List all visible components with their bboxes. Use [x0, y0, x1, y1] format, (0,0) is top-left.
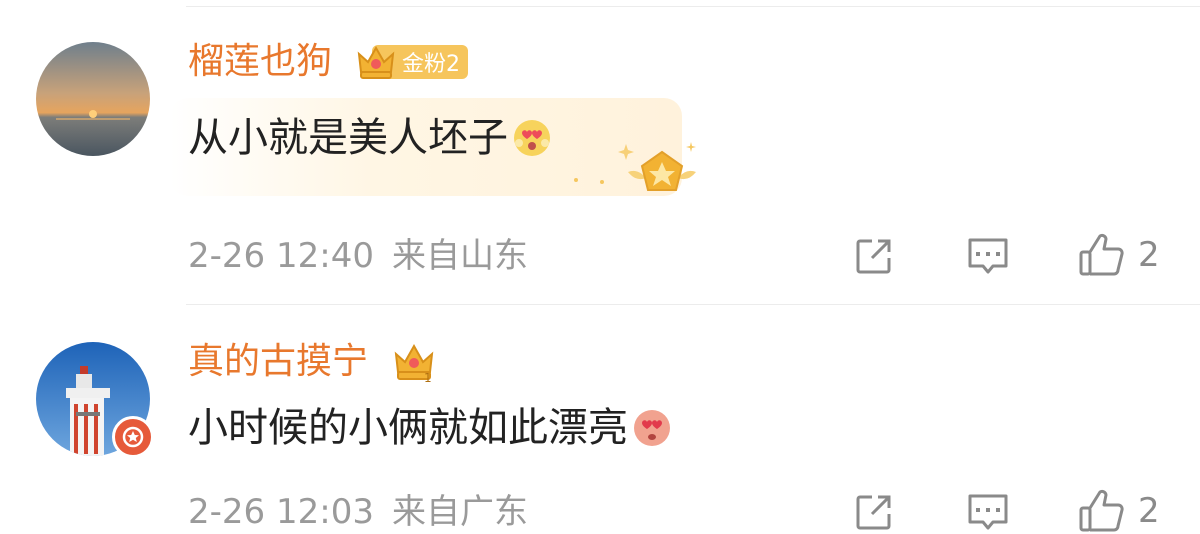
verified-badge: [112, 416, 154, 458]
reply-button[interactable]: [966, 236, 1010, 276]
thumbs-up-icon: [1079, 233, 1124, 276]
comment-icon: [968, 494, 1008, 530]
timestamp: 2-26 12:40: [188, 236, 374, 276]
comment-meta: 2-26 12:03 来自广东: [188, 490, 528, 534]
comment-meta: 2-26 12:40 来自山东: [188, 234, 528, 278]
location: 来自广东: [391, 492, 528, 532]
thumbs-up-icon: [1079, 489, 1124, 532]
username[interactable]: 榴莲也狗: [188, 40, 332, 84]
location: 来自山东: [391, 236, 528, 276]
username[interactable]: 真的古摸宁: [188, 340, 368, 384]
comment-icon: [968, 238, 1008, 274]
reply-button[interactable]: [966, 492, 1010, 532]
share-button[interactable]: [854, 492, 894, 532]
avatar[interactable]: [36, 42, 150, 156]
star-icon: [122, 426, 144, 448]
comment-text-content: 从小就是美人坯子: [188, 115, 508, 161]
comment-text: 从小就是美人坯子: [188, 110, 552, 166]
share-icon: [856, 495, 891, 530]
like-count: 2: [1138, 491, 1160, 531]
heart-eyes-emoji-icon: [514, 120, 550, 156]
crown-icon: 1: [394, 343, 434, 384]
timestamp: 2-26 12:03: [188, 492, 374, 532]
star-badge-icon: [574, 142, 696, 191]
like-count: 2: [1138, 235, 1160, 275]
divider: [186, 6, 1200, 7]
comment-text: 小时候的小俩就如此漂亮: [188, 400, 672, 456]
comment-text-content: 小时候的小俩就如此漂亮: [188, 405, 628, 451]
crown-icon: [357, 45, 395, 79]
share-icon: [856, 239, 891, 274]
fan-badge[interactable]: 金粉2: [356, 40, 468, 84]
divider: [186, 304, 1200, 305]
heart-eyes-emoji-icon: [634, 410, 670, 446]
crown-badge[interactable]: 1: [392, 340, 436, 384]
like-button[interactable]: 2: [1078, 232, 1160, 278]
crown-level: 1: [424, 371, 432, 384]
share-button[interactable]: [854, 236, 894, 276]
like-button[interactable]: 2: [1078, 488, 1160, 534]
